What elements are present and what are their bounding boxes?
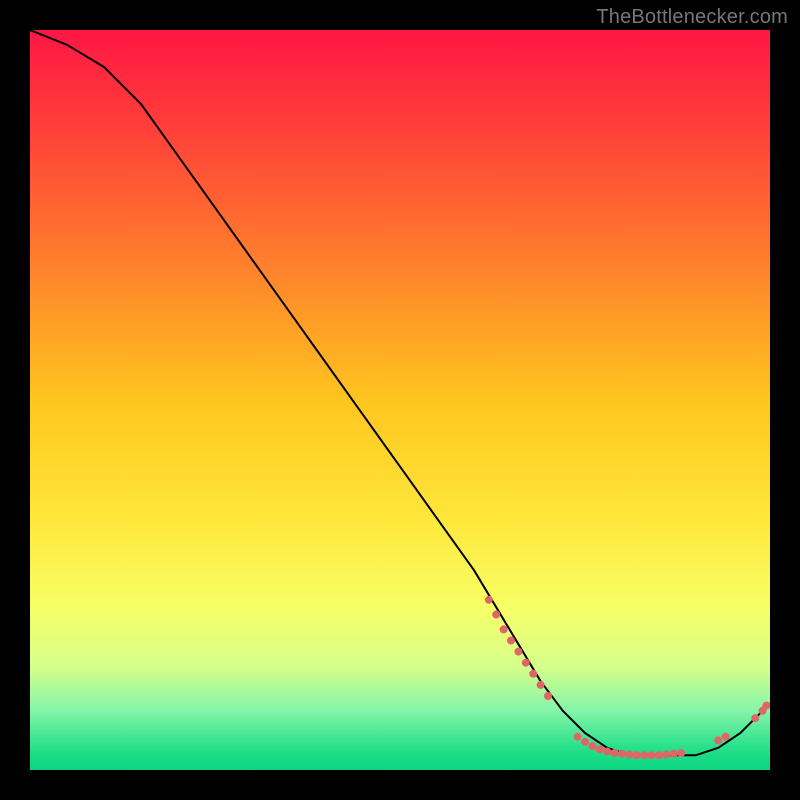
chart-root: TheBottlenecker.com xyxy=(0,0,800,800)
gradient-background xyxy=(30,30,770,770)
data-point xyxy=(596,745,604,753)
data-point xyxy=(751,714,759,722)
data-point xyxy=(574,733,582,741)
data-point xyxy=(662,751,670,759)
data-point xyxy=(762,702,770,710)
data-point xyxy=(625,751,633,759)
data-point xyxy=(603,748,611,756)
data-point xyxy=(677,749,685,757)
data-point xyxy=(618,750,626,758)
data-point xyxy=(581,738,589,746)
data-point xyxy=(522,659,530,667)
data-point xyxy=(485,596,493,604)
plot-area xyxy=(30,30,770,770)
watermark-text: TheBottlenecker.com xyxy=(596,6,788,29)
data-point xyxy=(722,733,730,741)
chart-svg xyxy=(30,30,770,770)
data-point xyxy=(714,736,722,744)
data-point xyxy=(500,625,508,633)
data-point xyxy=(611,749,619,757)
data-point xyxy=(492,611,500,619)
data-point xyxy=(640,751,648,759)
data-point xyxy=(507,637,515,645)
data-point xyxy=(537,681,545,689)
data-point xyxy=(633,751,641,759)
data-point xyxy=(655,751,663,759)
data-point xyxy=(588,742,596,750)
data-point xyxy=(529,670,537,678)
data-point xyxy=(544,692,552,700)
data-point xyxy=(670,750,678,758)
data-point xyxy=(648,751,656,759)
data-point xyxy=(514,648,522,656)
